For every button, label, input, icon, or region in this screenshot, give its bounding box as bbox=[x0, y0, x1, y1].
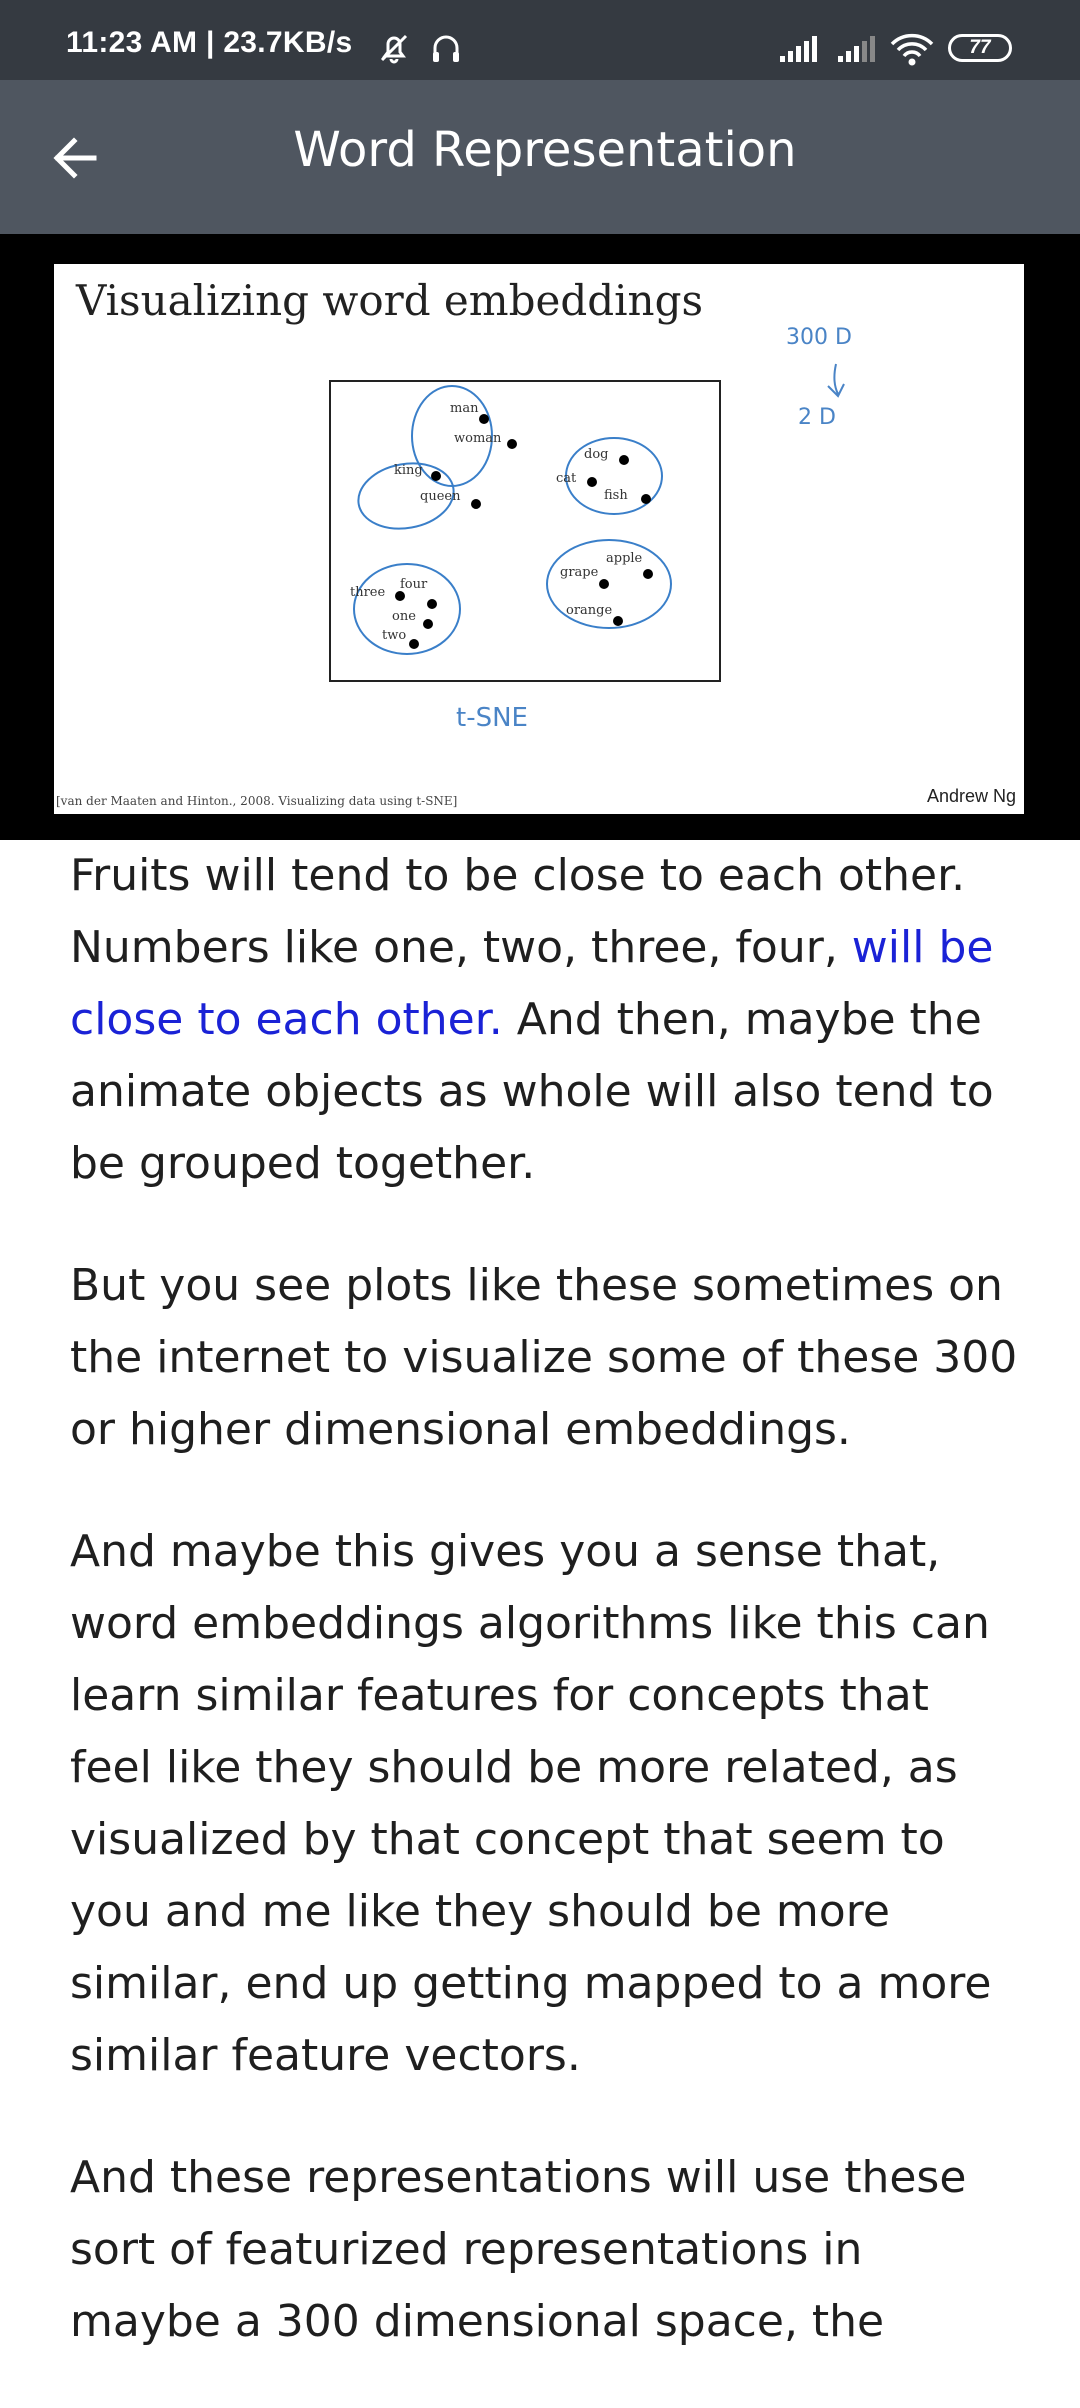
point-dog bbox=[619, 455, 629, 465]
paragraph: And these representations will use these… bbox=[70, 2152, 967, 2347]
label-cat: cat bbox=[556, 471, 577, 486]
embedding-plot: man woman king queen dog cat fish three … bbox=[329, 325, 852, 733]
label-four: four bbox=[400, 577, 428, 592]
label-king: king bbox=[394, 463, 423, 478]
point-two bbox=[409, 639, 419, 649]
label-three: three bbox=[350, 585, 386, 600]
down-arrow-icon bbox=[827, 363, 845, 398]
label-queen: queen bbox=[420, 489, 461, 504]
signal-icon bbox=[836, 34, 878, 68]
slide-author: Andrew Ng bbox=[926, 786, 1016, 806]
point-three bbox=[395, 591, 405, 601]
label-fish: fish bbox=[604, 488, 628, 503]
point-fish bbox=[641, 494, 651, 504]
page-title: Word Representation bbox=[293, 122, 797, 178]
status-time: 11:23 AM | 23.7KB/s bbox=[66, 26, 353, 59]
label-one: one bbox=[392, 609, 416, 624]
point-king bbox=[431, 471, 441, 481]
point-queen bbox=[471, 499, 481, 509]
annotation-2d: 2 D bbox=[798, 405, 836, 430]
lecture-slide-image[interactable]: Visualizing word embeddings man woman ki… bbox=[0, 234, 1080, 840]
battery-icon: 77 bbox=[948, 34, 1012, 62]
point-apple bbox=[643, 569, 653, 579]
label-man: man bbox=[450, 401, 479, 416]
label-two: two bbox=[382, 628, 406, 643]
point-woman bbox=[507, 439, 517, 449]
point-four bbox=[427, 599, 437, 609]
point-one bbox=[423, 619, 433, 629]
point-man bbox=[479, 414, 489, 424]
paragraph: Fruits will tend to be close to each oth… bbox=[70, 850, 994, 1189]
article-body: Fruits will tend to be close to each oth… bbox=[70, 840, 1020, 2408]
signal-icon bbox=[778, 34, 820, 68]
status-bar: 11:23 AM | 23.7KB/s 77 bbox=[0, 0, 1080, 80]
label-orange: orange bbox=[566, 603, 612, 618]
label-apple: apple bbox=[606, 551, 643, 566]
wifi-icon bbox=[888, 32, 936, 70]
app-bar: Word Representation bbox=[0, 80, 1080, 234]
slide: Visualizing word embeddings man woman ki… bbox=[54, 264, 1024, 814]
label-grape: grape bbox=[560, 565, 599, 580]
mute-bell-icon bbox=[376, 30, 412, 70]
label-dog: dog bbox=[584, 447, 608, 462]
point-orange bbox=[613, 616, 623, 626]
point-cat bbox=[587, 477, 597, 487]
label-woman: woman bbox=[454, 431, 502, 446]
point-grape bbox=[599, 579, 609, 589]
annotation-tsne: t-SNE bbox=[456, 703, 528, 733]
annotation-300d: 300 D bbox=[786, 325, 852, 350]
headphones-icon bbox=[428, 30, 464, 70]
paragraph: But you see plots like these sometimes o… bbox=[70, 1260, 1018, 1455]
slide-citation: [van der Maaten and Hinton., 2008. Visua… bbox=[56, 794, 458, 808]
paragraph: And maybe this gives you a sense that, w… bbox=[70, 1526, 992, 2081]
